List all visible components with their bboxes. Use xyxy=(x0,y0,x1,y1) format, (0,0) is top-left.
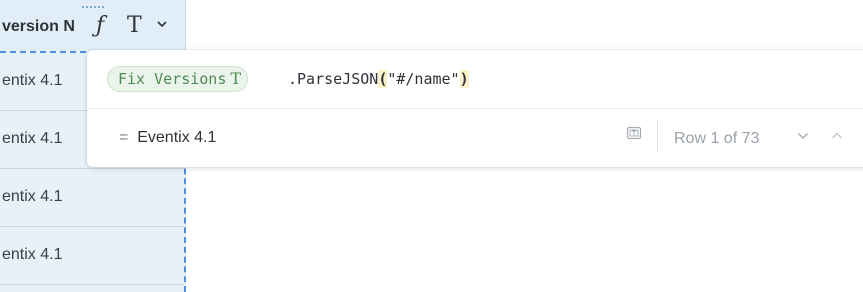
field-reference-pill[interactable]: Fix Versions T xyxy=(107,66,249,92)
cell-value: entix 4.1 xyxy=(2,130,63,147)
row-counter: Row 1 of 73 xyxy=(674,130,760,147)
text-type-icon: T xyxy=(230,69,242,88)
equals-sign: = xyxy=(119,129,129,146)
formula-editor-popover: Fix Versions T .ParseJSON("#/name") = Eve… xyxy=(87,50,863,167)
chevron-down-icon[interactable] xyxy=(797,131,809,141)
formula-icon: ƒ xyxy=(96,13,105,38)
formula-input[interactable]: Fix Versions T .ParseJSON("#/name") xyxy=(87,50,863,109)
cell-value: entix 4.1 xyxy=(2,188,63,205)
formula-expression: .ParseJSON("#/name") xyxy=(288,70,469,88)
column-title: version N xyxy=(2,18,75,35)
chevron-down-icon[interactable] xyxy=(157,18,167,30)
table-cell[interactable]: entix 4.1 xyxy=(0,169,184,227)
copy-icon[interactable] xyxy=(626,125,642,141)
formula-method: .ParseJSON xyxy=(288,70,379,88)
divider xyxy=(657,120,658,153)
formula-argument: "#/name" xyxy=(387,70,460,88)
column-header[interactable]: version N ƒ T xyxy=(0,0,186,51)
cell-value: entix 4.1 xyxy=(2,246,63,263)
open-paren: ( xyxy=(378,70,388,88)
close-paren: ) xyxy=(459,70,469,88)
chevron-up-icon[interactable] xyxy=(831,131,843,141)
cell-value: entix 4.1 xyxy=(2,72,63,89)
formula-result: = Eventix 4.1 xyxy=(119,129,216,147)
table-cell[interactable]: entix 4.1 xyxy=(0,227,184,285)
field-pill-label: Fix Versions xyxy=(118,70,227,88)
result-value: Eventix 4.1 xyxy=(137,129,217,146)
drag-handle-icon[interactable] xyxy=(81,5,105,9)
formula-result-row: = Eventix 4.1 Row 1 of 73 xyxy=(87,109,863,167)
text-type-icon: T xyxy=(127,13,142,38)
